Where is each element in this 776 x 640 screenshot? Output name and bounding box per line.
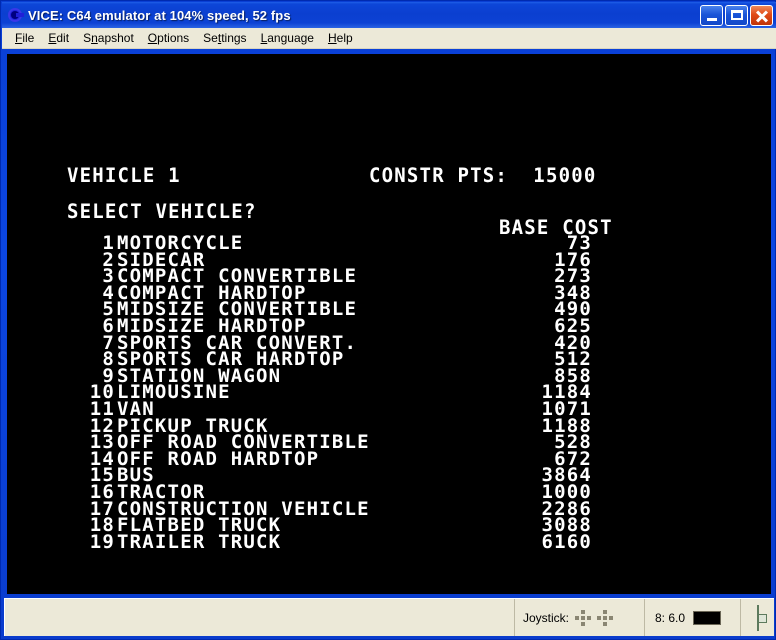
drive-led-indicator (693, 610, 722, 625)
constr-pts-label: CONSTR PTS: 15000 (369, 163, 597, 187)
list-item-number: 19 (89, 530, 115, 553)
tape-counter-icon (749, 604, 767, 631)
status-bar: Joystick: 8: 6.0 (4, 598, 774, 636)
menu-item-help[interactable]: Help (321, 29, 360, 47)
maximize-icon (731, 10, 743, 20)
joystick-label: Joystick: (523, 610, 570, 625)
list-item-name: TRAILER TRUCK (117, 530, 282, 553)
menu-item-language[interactable]: Language (254, 29, 321, 47)
vehicle-list: 1 MOTORCYCLE 73 2 SIDECAR 176 3 COMPACT … (7, 234, 771, 553)
close-button[interactable] (750, 5, 773, 26)
emulator-display[interactable]: VEHICLE 1 CONSTR PTS: 15000 SELECT VEHIC… (7, 54, 771, 594)
menu-item-settings[interactable]: Settings (196, 29, 253, 47)
maximize-button[interactable] (725, 5, 748, 26)
joystick-port2-icon (597, 609, 614, 626)
list-item-cost: 6160 (541, 530, 592, 553)
vehicle-header-label: VEHICLE 1 (67, 163, 181, 187)
window-controls (700, 5, 773, 26)
vice-emulator-window: VICE: C64 emulator at 104% speed, 52 fps… (0, 0, 776, 640)
select-vehicle-prompt: SELECT VEHICLE? (67, 199, 257, 223)
menu-item-edit[interactable]: Edit (41, 29, 76, 47)
drive-label: 8: 6.0 (655, 610, 686, 625)
tape-status[interactable] (740, 599, 774, 636)
joystick-port1-icon (575, 609, 592, 626)
vice-logo-icon (6, 6, 24, 24)
list-item[interactable]: 19 TRAILER TRUCK 6160 (7, 530, 771, 553)
list-item[interactable]: 16 TRACTOR 1000 (7, 482, 771, 501)
menu-item-file[interactable]: File (8, 29, 41, 47)
menu-bar: File Edit Snapshot Options Settings Lang… (2, 28, 776, 49)
drive-status[interactable]: 8: 6.0 (644, 599, 740, 636)
joystick-status[interactable]: Joystick: (514, 599, 644, 636)
menu-item-snapshot[interactable]: Snapshot (76, 29, 141, 47)
minimize-button[interactable] (700, 5, 723, 26)
menu-item-options[interactable]: Options (141, 29, 196, 47)
status-message (5, 599, 514, 636)
title-bar[interactable]: VICE: C64 emulator at 104% speed, 52 fps (2, 2, 776, 28)
minimize-icon (707, 18, 717, 21)
window-title: VICE: C64 emulator at 104% speed, 52 fps (28, 7, 291, 23)
